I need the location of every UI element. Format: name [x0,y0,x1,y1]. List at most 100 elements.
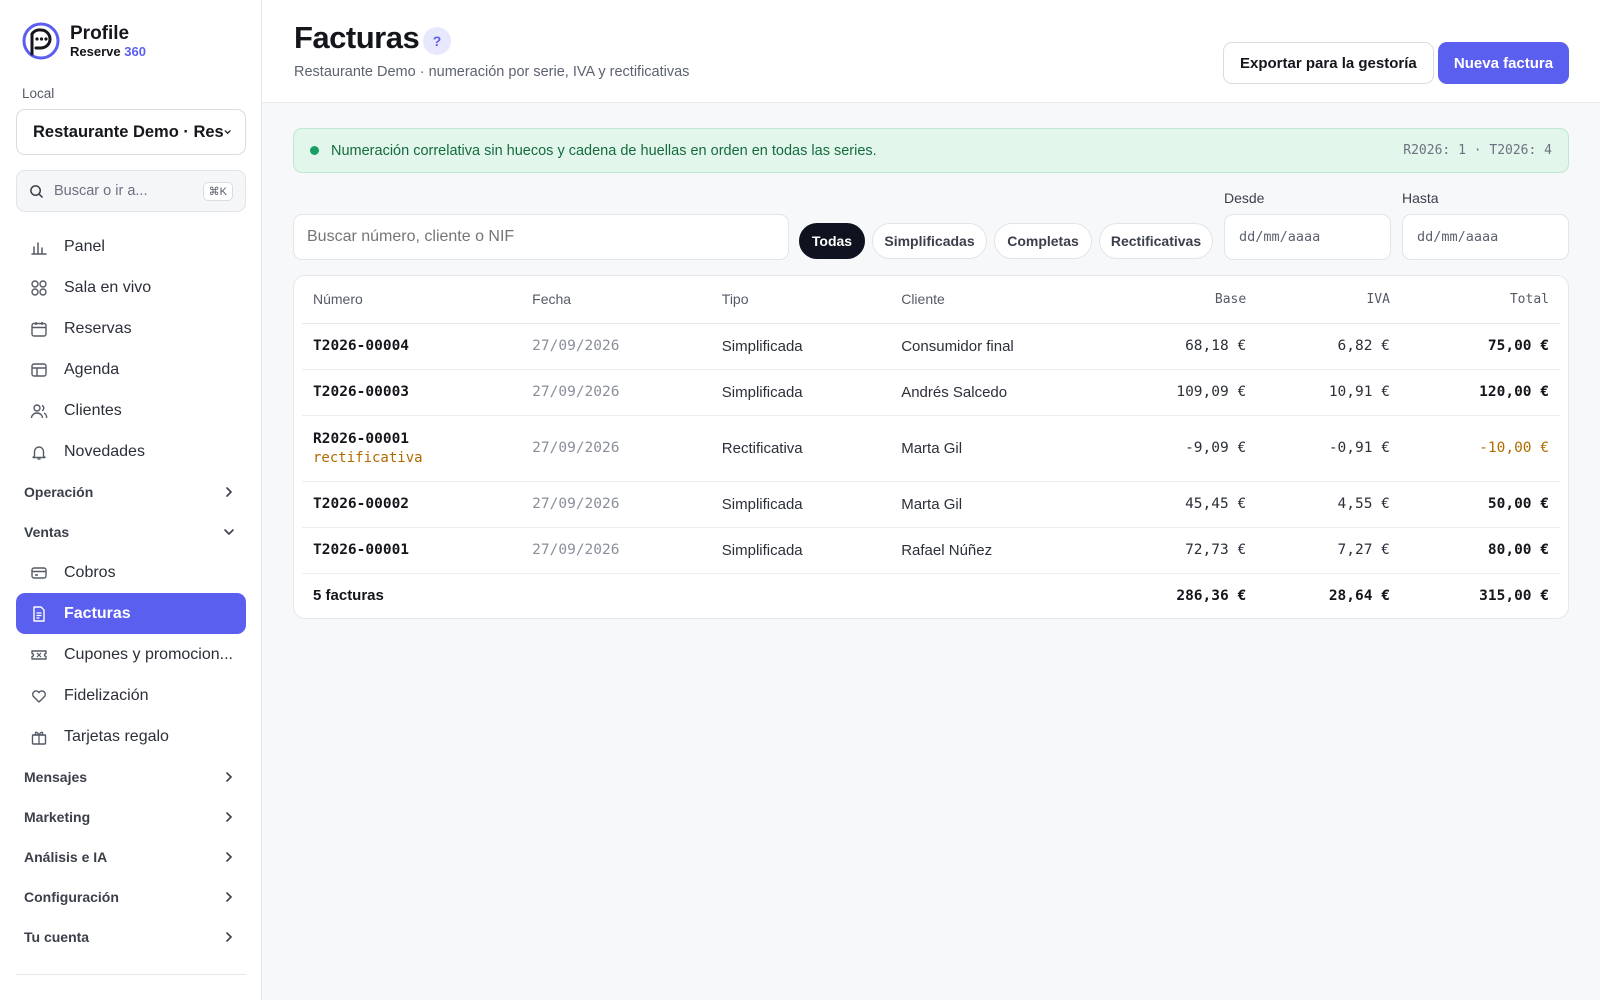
table-row[interactable]: T2026-00002 27/09/2026 Simplificada Mart… [302,481,1560,528]
column-header[interactable]: Fecha [521,276,711,324]
invoice-date: 27/09/2026 [521,323,711,370]
sidebar-item-agenda[interactable]: Agenda [16,349,246,390]
integrity-banner: Numeración correlativa sin huecos y cade… [293,128,1569,173]
sidebar-item-cobros[interactable]: Cobros [16,552,246,593]
invoice-number[interactable]: T2026-00003 [302,369,522,416]
nav-group-operacion[interactable]: Operación [16,472,246,512]
chevron-right-icon [226,812,233,822]
export-button[interactable]: Exportar para la gestoría [1223,42,1434,84]
sidebar-item-cupones[interactable]: Cupones y promocion... [16,634,246,675]
brand-name: Profile [70,22,130,44]
invoice-number[interactable]: T2026-00002 [302,481,522,528]
empty-cell [711,573,890,618]
column-header[interactable]: IVA [1257,276,1401,324]
invoice-type: Simplificada [710,481,891,528]
ticket-icon [31,649,47,660]
invoice-date: 27/09/2026 [521,481,711,528]
table-row[interactable]: T2026-00004 27/09/2026 Simplificada Cons… [302,323,1560,370]
sidebar-item-facturas[interactable]: Facturas [16,593,246,634]
nav-group-label: Tu cuenta [24,929,90,945]
to-date-input[interactable]: dd/mm/aaaa [1402,214,1569,260]
invoice-number: R2026-00001 [313,430,410,447]
search-shortcut: ⌘K [202,181,233,201]
nav-group-label: Análisis e IA [24,849,108,865]
sidebar-item-label: Cobros [64,563,116,581]
invoice-total: 50,00 € [1400,481,1560,528]
column-header[interactable]: Cliente [890,276,1084,324]
invoice-date: 27/09/2026 [521,369,711,416]
filter-chip-simplificadas[interactable]: Simplificadas [872,223,987,259]
bar-chart-icon [31,241,47,255]
total-amount: 315,00 € [1479,587,1549,604]
sidebar-item-novedades[interactable]: Novedades [16,431,246,472]
invoices-table: Número Fecha Tipo Cliente Base IVA Total… [302,276,1560,618]
document-icon [33,605,45,622]
sidebar-divider [16,974,246,975]
sidebar-search[interactable]: Buscar o ir a... ⌘K [16,170,246,212]
nav-group-cuenta[interactable]: Tu cuenta [16,917,246,957]
column-header[interactable]: Tipo [710,276,891,324]
from-date-label: Desde [1224,190,1265,206]
nav-group-mensajes[interactable]: Mensajes [16,757,246,797]
brand-product-accent: 360 [124,43,146,59]
table-icon [31,362,47,377]
chevron-right-icon [226,892,233,902]
brand-product: Reserve [70,43,121,59]
sidebar-item-reservas[interactable]: Reservas [16,308,246,349]
sidebar-item-tarjetas[interactable]: Tarjetas regalo [16,716,246,757]
invoice-date: 27/09/2026 [521,527,711,574]
nav-group-configuracion[interactable]: Configuración [16,877,246,917]
sidebar-item-label: Cupones y promocion... [64,645,233,663]
sidebar-item-label: Agenda [64,360,120,378]
filter-chip-completas[interactable]: Completas [994,223,1092,259]
invoice-search-input[interactable] [293,214,789,260]
nav-group-analisis[interactable]: Análisis e IA [16,837,246,877]
sidebar-item-clientes[interactable]: Clientes [16,390,246,431]
column-header[interactable]: Base [1083,276,1258,324]
chevron-right-icon [226,932,233,942]
sidebar-item-label: Sala en vivo [64,278,152,296]
column-header[interactable]: Total [1400,276,1560,324]
from-date-input[interactable]: dd/mm/aaaa [1224,214,1391,260]
sidebar-item-sala[interactable]: Sala en vivo [16,267,246,308]
total-base: 286,36 € [1176,587,1247,604]
filter-chip-rectificativas[interactable]: Rectificativas [1099,223,1213,259]
table-row[interactable]: T2026-00003 27/09/2026 Simplificada Andr… [302,369,1560,416]
invoice-base: -9,09 € [1083,415,1258,482]
sidebar-item-label: Facturas [64,604,131,622]
invoice-base: 72,73 € [1083,527,1258,574]
sidebar-item-panel[interactable]: Panel [16,226,246,267]
invoice-iva: -0,91 € [1257,415,1401,482]
column-header[interactable]: Número [302,276,522,324]
filter-chip-todas[interactable]: Todas [799,223,865,259]
chevron-down-icon [224,529,234,536]
invoice-number[interactable]: T2026-00004 [302,323,522,370]
invoice-iva: 6,82 € [1257,323,1401,370]
local-select[interactable]: Restaurante Demo · Res [16,109,246,155]
nav-group-ventas[interactable]: Ventas [16,512,246,552]
empty-cell [521,573,711,618]
invoice-client: Marta Gil [890,415,1084,482]
sidebar-item-label: Clientes [64,401,122,419]
nav-group-label: Mensajes [24,769,88,785]
sidebar-item-label: Reservas [64,319,132,337]
card-icon [31,566,47,579]
help-button[interactable]: ? [423,27,451,55]
invoice-number[interactable]: T2026-00001 [302,527,522,574]
local-label: Local [22,86,55,101]
users-icon [30,403,48,418]
nav-group-marketing[interactable]: Marketing [16,797,246,837]
brand[interactable]: Profile Reserve 360 [22,22,146,60]
invoice-iva: 4,55 € [1257,481,1401,528]
invoice-number-cell[interactable]: R2026-00001 rectificativa [302,415,522,482]
gift-icon [31,731,47,745]
nav-group-label: Marketing [24,809,91,825]
table-row[interactable]: R2026-00001 rectificativa 27/09/2026 Rec… [302,415,1560,482]
invoice-type: Simplificada [710,369,891,416]
invoice-total: 80,00 € [1400,527,1560,574]
invoice-iva: 10,91 € [1257,369,1401,416]
empty-cell [890,573,1084,618]
table-row[interactable]: T2026-00001 27/09/2026 Simplificada Rafa… [302,527,1560,574]
sidebar-item-fidelizacion[interactable]: Fidelización [16,675,246,716]
new-invoice-button[interactable]: Nueva factura [1438,42,1569,84]
